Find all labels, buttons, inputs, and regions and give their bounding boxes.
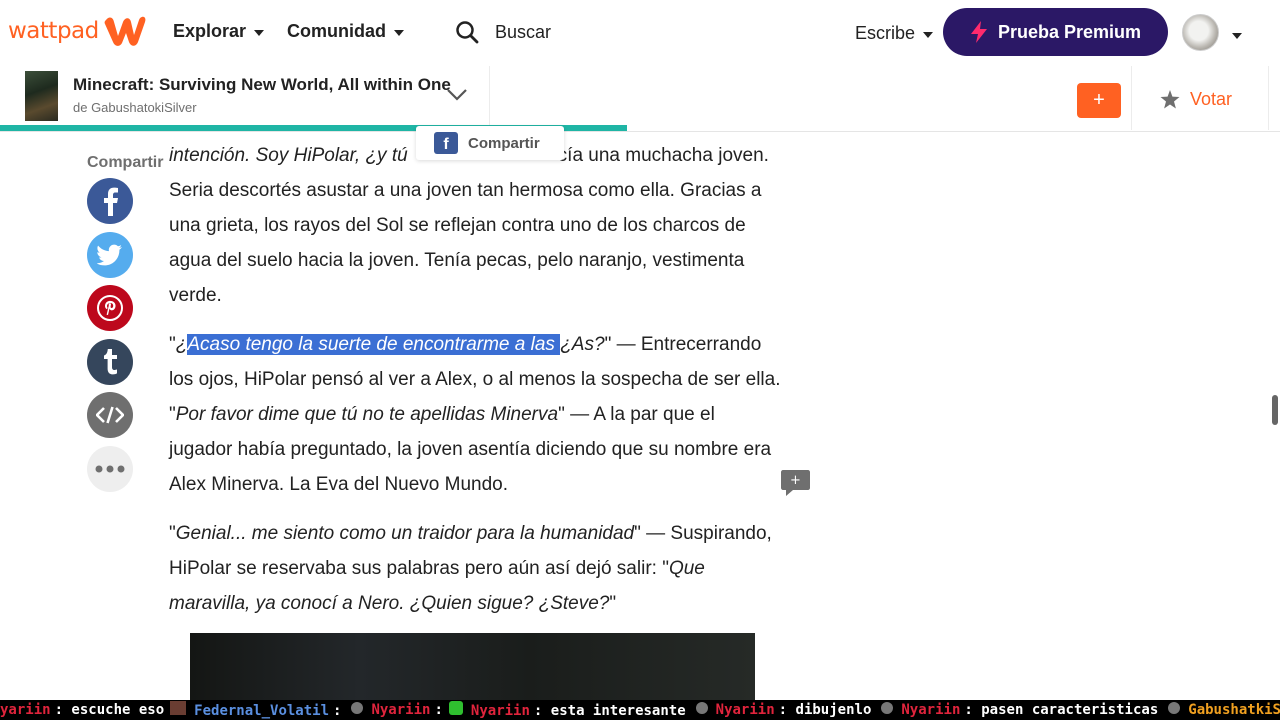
user-badge-icon bbox=[448, 701, 463, 715]
avatar[interactable] bbox=[1182, 14, 1219, 51]
chat-text: : bbox=[333, 703, 342, 719]
story-title[interactable]: Minecraft: Surviving New World, All with… bbox=[73, 75, 451, 95]
quote-mark: " bbox=[169, 523, 176, 544]
pinterest-icon bbox=[97, 295, 123, 321]
wattpad-logo[interactable]: wattpad bbox=[8, 14, 147, 48]
search-icon bbox=[456, 21, 479, 44]
chat-text: : escuche eso bbox=[54, 702, 165, 718]
chat-username: yariin bbox=[0, 702, 51, 718]
nav-write[interactable]: Escribe bbox=[855, 23, 934, 44]
premium-label: Prueba Premium bbox=[997, 21, 1142, 42]
search-input[interactable]: Buscar bbox=[455, 20, 551, 44]
story-content: intención. Soy HiPolar, ¿y tú cía una muc… bbox=[169, 138, 781, 635]
scrollbar[interactable] bbox=[1272, 395, 1278, 425]
chat-message: yariin: escuche eso bbox=[0, 702, 164, 718]
wattpad-w-icon bbox=[104, 16, 146, 46]
nav-explore[interactable]: Explorar bbox=[173, 21, 265, 42]
chat-ticker: yariin: escuche eso Federnal_Volatil: Nyar… bbox=[0, 700, 1280, 720]
share-more-button[interactable] bbox=[87, 446, 133, 492]
chat-text: : bbox=[434, 702, 443, 718]
chat-username: Nyariin bbox=[715, 702, 775, 718]
chat-message: Federnal_Volatil: bbox=[164, 701, 341, 719]
tooltip-label: Compartir bbox=[468, 134, 540, 152]
paragraph: intención. Soy HiPolar, ¿y tú cía una muc… bbox=[169, 138, 781, 313]
comment-plus: + bbox=[790, 473, 801, 488]
chat-message: Nyariin: bbox=[341, 702, 443, 718]
chat-text: : esta interesante bbox=[533, 703, 686, 719]
inline-comment-icon[interactable]: + bbox=[781, 470, 810, 497]
tumblr-icon bbox=[104, 349, 117, 375]
divider bbox=[1268, 66, 1269, 130]
chevron-down-icon[interactable] bbox=[1232, 33, 1242, 39]
chat-username: Nyariin bbox=[371, 702, 431, 718]
chat-username: Federnal_Volatil bbox=[194, 703, 330, 719]
share-label: Compartir bbox=[87, 154, 164, 171]
share-tumblr-button[interactable] bbox=[87, 339, 133, 385]
chat-message: Nyariin: dibujenlo bbox=[686, 702, 872, 718]
chat-message: GabushatkiSilver: xd bbox=[1158, 702, 1280, 718]
share-twitter-button[interactable] bbox=[87, 232, 133, 278]
chat-username: Nyariin bbox=[901, 702, 961, 718]
italic-text: ¿ bbox=[175, 334, 188, 355]
chat-message: Nyariin: pasen caracteristicas bbox=[871, 702, 1158, 718]
user-badge-icon bbox=[351, 702, 364, 714]
chat-username: Nyariin bbox=[470, 703, 530, 719]
lightning-icon bbox=[970, 21, 987, 43]
user-badge-icon bbox=[695, 702, 708, 714]
nav-explore-label: Explorar bbox=[173, 21, 247, 41]
chat-username: GabushatkiSilver bbox=[1188, 702, 1280, 718]
embed-icon bbox=[96, 406, 124, 424]
chevron-down-icon bbox=[254, 29, 265, 36]
facebook-icon: f bbox=[434, 132, 458, 154]
story-media-image bbox=[190, 633, 755, 703]
paragraph: "¿Acaso tengo la suerte de encontrarme a… bbox=[169, 327, 781, 502]
divider bbox=[1131, 66, 1132, 130]
more-icon bbox=[95, 465, 125, 473]
story-cover[interactable] bbox=[25, 71, 58, 121]
quote-mark: " bbox=[169, 334, 176, 355]
share-pinterest-button[interactable] bbox=[87, 285, 133, 331]
share-embed-button[interactable] bbox=[87, 392, 133, 438]
user-badge-icon bbox=[1168, 702, 1181, 714]
paragraph-text: cía una muchacha joven. Seria descortés … bbox=[169, 145, 769, 306]
add-to-library-button[interactable]: + bbox=[1077, 83, 1121, 118]
chevron-down-icon bbox=[394, 29, 404, 36]
italic-text: Por favor dime que tú no te apellidas Mi… bbox=[175, 404, 559, 425]
vote-button[interactable]: Votar bbox=[1160, 89, 1232, 110]
nav-community[interactable]: Comunidad bbox=[287, 21, 404, 42]
vote-label: Votar bbox=[1190, 89, 1233, 109]
search-placeholder: Buscar bbox=[495, 21, 552, 42]
logo-text: wattpad bbox=[8, 18, 99, 44]
user-badge-icon bbox=[881, 702, 894, 714]
twitter-icon bbox=[97, 244, 122, 266]
share-facebook-button[interactable] bbox=[87, 178, 133, 224]
chat-text: : pasen caracteristicas bbox=[964, 702, 1159, 718]
nav-write-label: Escribe bbox=[855, 23, 916, 43]
italic-text: intención. Soy HiPolar, ¿y tú bbox=[169, 145, 408, 166]
selected-text[interactable]: Acaso tengo la suerte de encontrarme a l… bbox=[187, 334, 561, 355]
chat-message: Nyariin: esta interesante bbox=[443, 701, 686, 719]
chevron-down-icon[interactable] bbox=[446, 88, 468, 102]
italic-text: Genial... me siento como un traidor para… bbox=[175, 523, 635, 544]
star-icon bbox=[1160, 90, 1180, 109]
italic-text: ¿As? bbox=[560, 334, 605, 355]
paragraph: "Genial... me siento como un traidor par… bbox=[169, 516, 781, 621]
nav-community-label: Comunidad bbox=[287, 21, 386, 41]
divider bbox=[489, 66, 490, 130]
top-navigation: wattpad Explorar Comunidad Buscar Escrib… bbox=[0, 0, 1280, 66]
story-author[interactable]: de GabushatokiSilver bbox=[73, 100, 197, 115]
premium-button[interactable]: Prueba Premium bbox=[943, 8, 1168, 56]
facebook-icon bbox=[104, 187, 118, 216]
user-badge-icon bbox=[170, 701, 187, 715]
chevron-down-icon bbox=[923, 31, 934, 38]
share-selection-tooltip[interactable]: f Compartir bbox=[416, 126, 564, 160]
quote-mark: " bbox=[609, 593, 617, 614]
chat-text: : dibujenlo bbox=[778, 702, 872, 718]
